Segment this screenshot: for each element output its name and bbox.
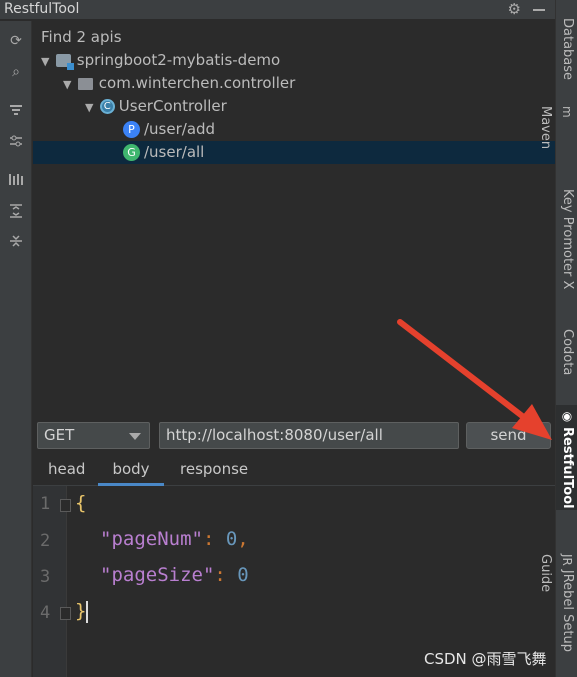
watermark: CSDN @雨雪飞舞 xyxy=(424,650,547,668)
annotation-arrow xyxy=(397,319,552,440)
